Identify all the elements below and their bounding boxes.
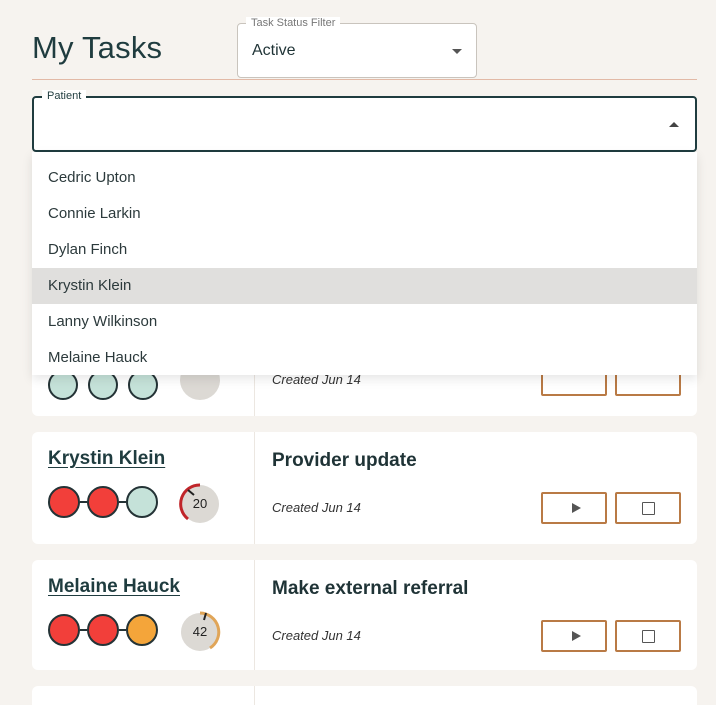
task-title: Make external referral <box>272 578 469 599</box>
task-status-filter[interactable]: Task Status Filter Active <box>237 17 477 78</box>
play-icon <box>572 631 581 641</box>
score-value: 42 <box>192 624 208 639</box>
score-gauge: 20 <box>178 482 222 526</box>
task-created: Created Jun 14 <box>272 500 361 515</box>
patient-option[interactable]: Lanny Wilkinson <box>32 304 697 340</box>
caret-down-icon <box>452 49 462 54</box>
status-dot <box>87 486 119 518</box>
task-title: Provider update <box>272 450 417 471</box>
task-card[interactable]: Melaine Hauck 42 Make external referral … <box>32 560 697 670</box>
caret-up-icon[interactable] <box>669 122 679 127</box>
status-connector <box>80 629 87 631</box>
status-dot <box>48 614 80 646</box>
complete-task-button[interactable] <box>615 620 681 652</box>
status-dots <box>48 486 158 518</box>
patient-name-link[interactable]: Melaine Hauck <box>48 576 180 598</box>
square-icon <box>642 630 655 643</box>
status-connector <box>119 629 126 631</box>
patient-option[interactable]: Connie Larkin <box>32 196 697 232</box>
complete-task-button[interactable] <box>615 492 681 524</box>
score-gauge: 42 <box>178 610 222 654</box>
play-icon <box>572 503 581 513</box>
status-dot <box>87 614 119 646</box>
task-status-filter-label: Task Status Filter <box>246 17 341 30</box>
task-card[interactable]: Krystin Klein 20 Provider update Created… <box>32 432 697 544</box>
task-card-left <box>32 686 255 705</box>
task-status-filter-value: Active <box>252 42 296 59</box>
score-value: 20 <box>192 496 208 511</box>
status-dot <box>126 486 158 518</box>
task-card-partial[interactable] <box>32 686 697 705</box>
status-dots <box>48 614 158 646</box>
patient-option[interactable]: Krystin Klein <box>32 268 697 304</box>
patient-name-link[interactable]: Krystin Klein <box>48 448 165 470</box>
task-created: Created Jun 14 <box>272 628 361 643</box>
patient-filter-label: Patient <box>42 90 87 103</box>
header-divider <box>32 79 697 80</box>
start-task-button[interactable] <box>541 620 607 652</box>
status-connector <box>119 501 126 503</box>
square-icon <box>642 502 655 515</box>
patient-filter[interactable]: Patient <box>32 90 697 152</box>
page-title: My Tasks <box>32 30 163 65</box>
patient-option[interactable]: Cedric Upton <box>32 160 697 196</box>
start-task-button[interactable] <box>541 492 607 524</box>
status-connector <box>80 501 87 503</box>
status-dot <box>48 486 80 518</box>
status-dot <box>126 614 158 646</box>
patient-dropdown-menu: Cedric Upton Connie Larkin Dylan Finch K… <box>32 152 697 375</box>
patient-option[interactable]: Dylan Finch <box>32 232 697 268</box>
patient-option[interactable]: Melaine Hauck <box>32 340 697 376</box>
